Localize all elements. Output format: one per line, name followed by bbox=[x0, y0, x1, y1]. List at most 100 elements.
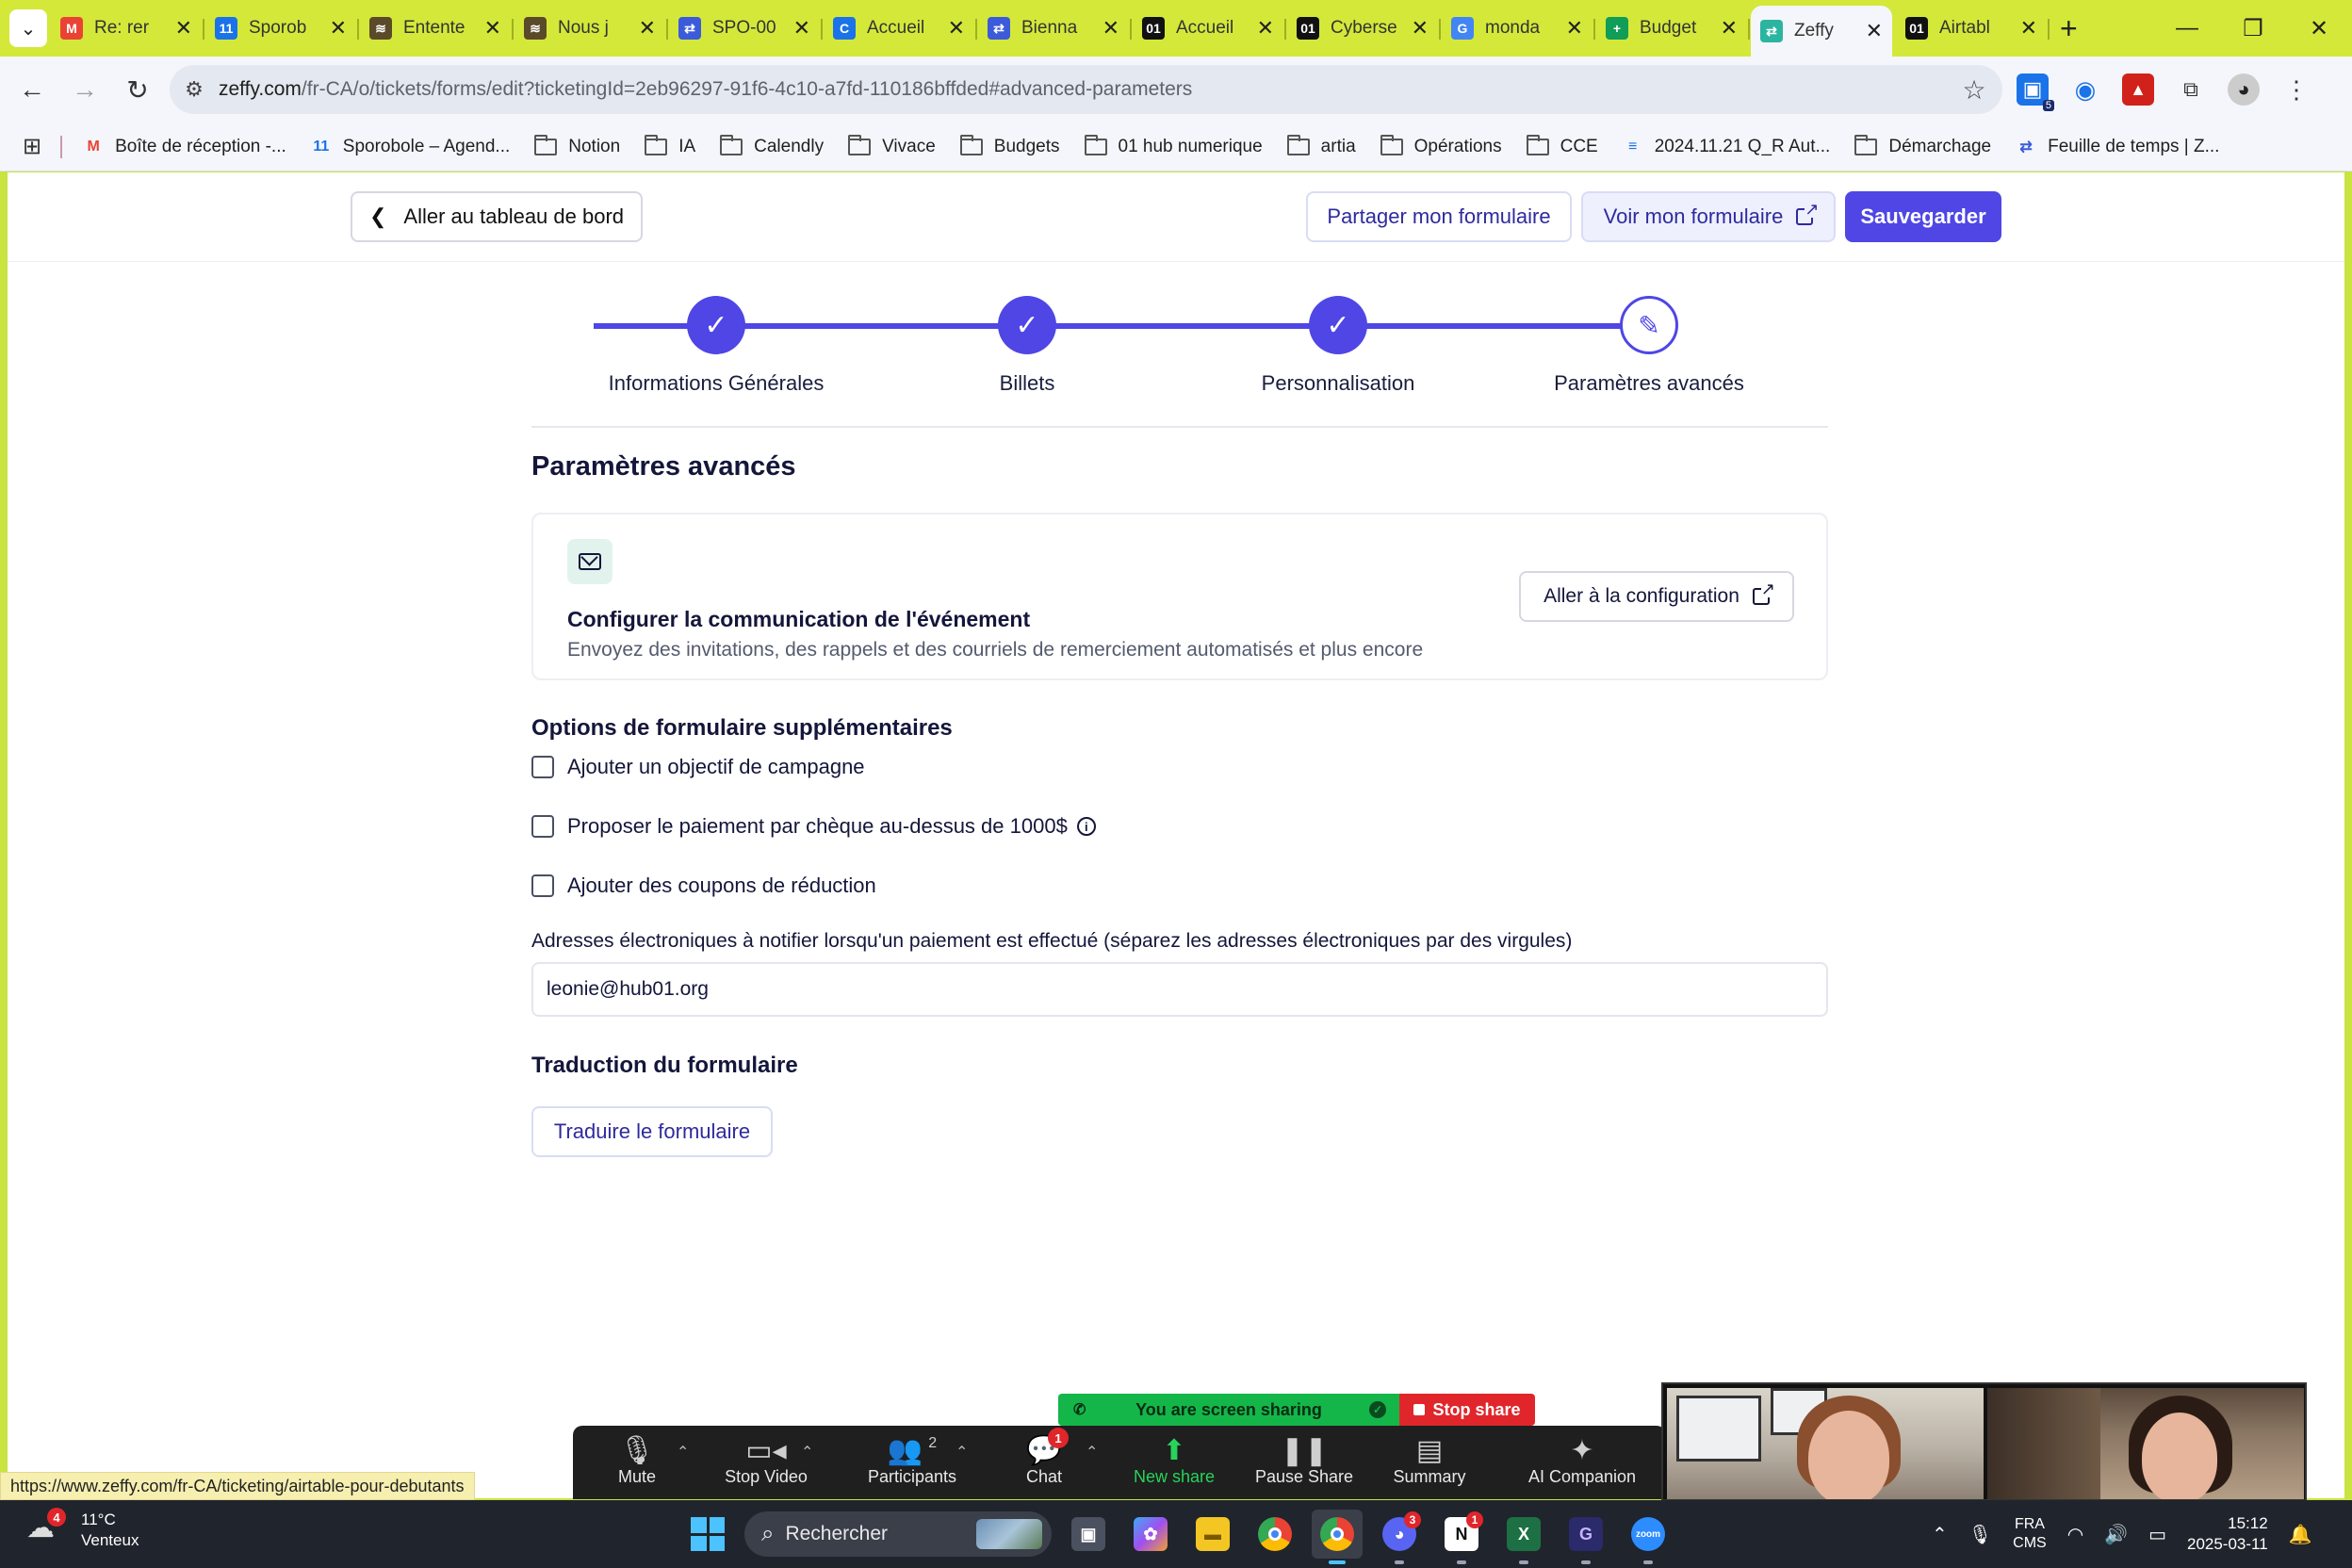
save-button[interactable]: Sauvegarder bbox=[1845, 191, 2001, 242]
discount-coupons-checkbox[interactable] bbox=[531, 874, 554, 897]
chevron-up-icon[interactable]: ⌃ bbox=[801, 1443, 813, 1462]
browser-tab[interactable]: ⇄ Bienna ✕ bbox=[978, 6, 1132, 51]
extension-badge-icon[interactable]: ▣ 5 bbox=[2017, 74, 2054, 111]
new-share-button[interactable]: ⬆ New share bbox=[1118, 1433, 1231, 1487]
bookmark-item[interactable]: CCE bbox=[1526, 134, 1598, 157]
puzzle-extensions-icon[interactable]: ⧉ bbox=[2175, 74, 2207, 106]
discount-coupons-checkbox-row[interactable]: Ajouter des coupons de réduction bbox=[531, 874, 876, 898]
bookmark-item[interactable]: IA bbox=[645, 134, 695, 157]
weather-widget[interactable]: ☁ 4 11°C Venteux bbox=[26, 1508, 139, 1551]
bookmark-item[interactable]: Vivace bbox=[848, 134, 936, 157]
restore-icon[interactable]: ❐ bbox=[2220, 0, 2286, 57]
close-window-icon[interactable]: ✕ bbox=[2286, 0, 2352, 57]
tab-close-icon[interactable]: ✕ bbox=[1566, 16, 1583, 41]
tab-close-icon[interactable]: ✕ bbox=[948, 16, 965, 41]
tab-close-icon[interactable]: ✕ bbox=[484, 16, 501, 41]
wifi-icon[interactable]: ◠ bbox=[2067, 1523, 2083, 1546]
apps-grid-icon[interactable]: ⊞ bbox=[23, 133, 41, 160]
stop-share-button[interactable]: Stop share bbox=[1399, 1394, 1535, 1426]
discord-icon[interactable]: ◕ 3 bbox=[1374, 1510, 1425, 1564]
go-to-configuration-button[interactable]: Aller à la configuration bbox=[1519, 571, 1794, 622]
participant-video-2[interactable] bbox=[1987, 1388, 2304, 1499]
view-form-button[interactable]: Voir mon formulaire bbox=[1581, 191, 1836, 242]
excel-icon[interactable]: X bbox=[1498, 1510, 1549, 1564]
gamma-app-icon[interactable]: G bbox=[1560, 1510, 1611, 1564]
tab-close-icon[interactable]: ✕ bbox=[2020, 16, 2037, 41]
tab-close-icon[interactable]: ✕ bbox=[1721, 16, 1738, 41]
bookmark-item[interactable]: ⇄ Feuille de temps | Z... bbox=[2016, 137, 2219, 157]
reload-icon[interactable]: ↻ bbox=[111, 63, 164, 116]
browser-tab[interactable]: M Re: rer ✕ bbox=[51, 6, 204, 51]
cheque-payment-checkbox-row[interactable]: Proposer le paiement par chèque au-dessu… bbox=[531, 814, 1096, 839]
back-to-dashboard-button[interactable]: ❮ Aller au tableau de bord bbox=[351, 191, 643, 242]
site-info-icon[interactable]: ⚙ bbox=[170, 77, 219, 102]
step-informations-generales[interactable]: ✓ Informations Générales bbox=[547, 293, 886, 396]
browser-tab[interactable]: ⇄ Zeffy ✕ bbox=[1751, 6, 1892, 57]
bookmark-item[interactable]: Opérations bbox=[1380, 134, 1502, 157]
chrome-icon[interactable] bbox=[1250, 1510, 1300, 1559]
translate-form-button[interactable]: Traduire le formulaire bbox=[531, 1106, 773, 1157]
circle-extension-icon[interactable]: ◉ bbox=[2069, 74, 2101, 106]
new-tab-plus-icon[interactable]: + bbox=[2060, 11, 2078, 46]
participant-video-1[interactable] bbox=[1667, 1388, 1984, 1499]
task-view-icon[interactable]: ▣ bbox=[1063, 1510, 1114, 1559]
browser-tab[interactable]: 11 Sporob ✕ bbox=[205, 6, 359, 51]
step-billets[interactable]: ✓ Billets bbox=[858, 293, 1197, 396]
volume-icon[interactable]: 🔊 bbox=[2104, 1523, 2128, 1546]
profile-avatar-icon[interactable]: ◕ bbox=[2228, 74, 2260, 106]
bookmark-item[interactable]: ≡ 2024.11.21 Q_R Aut... bbox=[1623, 137, 1830, 157]
cheque-payment-checkbox[interactable] bbox=[531, 815, 554, 838]
tab-close-icon[interactable]: ✕ bbox=[1102, 16, 1119, 41]
zoom-icon[interactable]: zoom bbox=[1623, 1510, 1674, 1564]
battery-icon[interactable]: ▭ bbox=[2148, 1523, 2166, 1546]
minimize-icon[interactable]: — bbox=[2154, 0, 2220, 57]
taskbar-search[interactable]: ⌕ Rechercher bbox=[744, 1511, 1052, 1557]
notification-emails-input[interactable]: leonie@hub01.org bbox=[531, 962, 1828, 1017]
address-bar[interactable]: ⚙ zeffy.com/fr-CA/o/tickets/forms/edit?t… bbox=[170, 65, 2002, 114]
step-personnalisation[interactable]: ✓ Personnalisation bbox=[1168, 293, 1508, 396]
browser-tab[interactable]: + Budget ✕ bbox=[1596, 6, 1750, 51]
tab-close-icon[interactable]: ✕ bbox=[639, 16, 656, 41]
tab-close-icon[interactable]: ✕ bbox=[330, 16, 347, 41]
bookmark-item[interactable]: Démarchage bbox=[1854, 134, 1991, 157]
bookmark-star-icon[interactable]: ☆ bbox=[1946, 74, 2002, 106]
chevron-up-icon[interactable]: ⌃ bbox=[1932, 1523, 1948, 1546]
back-arrow-icon[interactable]: ← bbox=[6, 63, 58, 116]
copilot-icon[interactable]: ✿ bbox=[1125, 1510, 1176, 1559]
tab-close-icon[interactable]: ✕ bbox=[1257, 16, 1274, 41]
notion-icon[interactable]: N1 bbox=[1436, 1510, 1487, 1564]
info-icon[interactable]: i bbox=[1076, 817, 1096, 836]
browser-menu-icon[interactable]: ⋮ bbox=[2280, 74, 2312, 106]
tab-close-icon[interactable]: ✕ bbox=[175, 16, 192, 41]
address-url[interactable]: zeffy.com/fr-CA/o/tickets/forms/edit?tic… bbox=[219, 78, 1946, 101]
browser-tab[interactable]: C Accueil ✕ bbox=[824, 6, 977, 51]
mute-button[interactable]: 🎙 Mute bbox=[590, 1433, 684, 1487]
notification-bell-icon[interactable]: 🔔 bbox=[2289, 1523, 2312, 1546]
tab-search-chevron-icon[interactable]: ⌄ bbox=[9, 9, 47, 47]
bookmark-item[interactable]: Notion bbox=[534, 134, 620, 157]
tab-close-icon[interactable]: ✕ bbox=[1412, 16, 1429, 41]
step-parametres-avances[interactable]: ✎ Paramètres avancés bbox=[1479, 293, 1819, 396]
chevron-up-icon[interactable]: ⌃ bbox=[956, 1443, 968, 1462]
browser-tab[interactable]: 01 Airtabl ✕ bbox=[1896, 6, 2050, 51]
chrome-active-icon[interactable] bbox=[1312, 1510, 1363, 1564]
bookmark-item[interactable]: 11 Sporobole – Agend... bbox=[311, 137, 510, 157]
input-language[interactable]: FRA CMS bbox=[2013, 1515, 2047, 1553]
tab-close-icon[interactable]: ✕ bbox=[1866, 19, 1883, 43]
forward-arrow-icon[interactable]: → bbox=[58, 63, 111, 116]
file-explorer-icon[interactable]: ▬ bbox=[1187, 1510, 1238, 1559]
browser-tab[interactable]: Gmonda ✕ bbox=[1442, 6, 1595, 51]
bookmark-item[interactable]: artia bbox=[1286, 134, 1356, 157]
pause-share-button[interactable]: ❚❚ Pause Share bbox=[1248, 1433, 1361, 1487]
browser-tab[interactable]: ⇄ SPO-00 ✕ bbox=[669, 6, 823, 51]
chevron-up-icon[interactable]: ⌃ bbox=[677, 1443, 689, 1462]
campaign-goal-checkbox-row[interactable]: Ajouter un objectif de campagne bbox=[531, 755, 865, 779]
bookmark-item[interactable]: Budgets bbox=[959, 134, 1060, 157]
share-form-button[interactable]: Partager mon formulaire bbox=[1306, 191, 1572, 242]
windows-start-icon[interactable] bbox=[682, 1510, 733, 1559]
chat-button[interactable]: 💬 1 Chat bbox=[997, 1428, 1091, 1487]
browser-tab[interactable]: ≋ Entente ✕ bbox=[360, 6, 514, 51]
microphone-tray-icon[interactable]: 🎙 bbox=[1968, 1523, 1992, 1546]
browser-tab[interactable]: 01 Cyberse ✕ bbox=[1287, 6, 1441, 51]
bookmark-item[interactable]: Calendly bbox=[720, 134, 824, 157]
